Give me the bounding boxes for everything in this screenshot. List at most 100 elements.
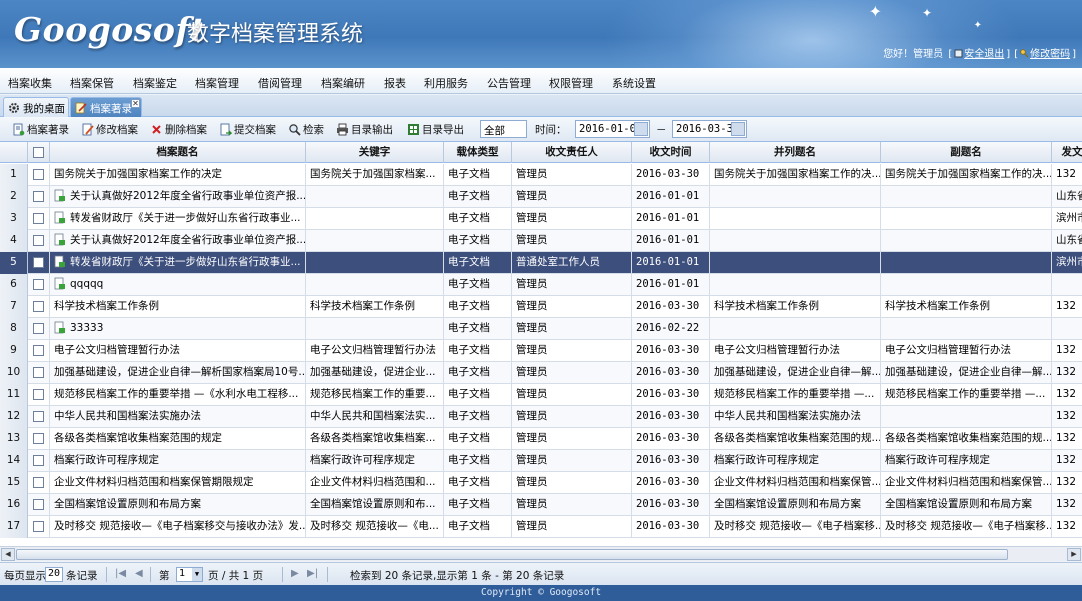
table-row[interactable]: 3 转发省财政厅《关于进一步做好山东省行政事业... 电子文档 管理员 2016-01-… <box>0 208 1082 230</box>
menu-item-settings[interactable]: 系统设置 <box>612 75 656 91</box>
row-checkbox[interactable] <box>33 213 44 224</box>
menu-item-collect[interactable]: 档案收集 <box>8 75 52 91</box>
row-checkbox[interactable] <box>33 257 44 268</box>
next-page-icon[interactable]: ▶ <box>291 568 299 579</box>
calendar-icon[interactable] <box>634 122 648 136</box>
chevron-down-icon[interactable]: ▼ <box>192 568 202 581</box>
first-page-icon[interactable]: |◀ <box>115 568 126 579</box>
table-row[interactable]: 17 及时移交 规范接收—《电子档案移交与接收办法》发... 及时移交 规范接收—《… <box>0 516 1082 538</box>
last-page-icon[interactable]: ▶| <box>307 568 318 579</box>
row-checkbox[interactable] <box>33 301 44 312</box>
menu-item-services[interactable]: 利用服务 <box>424 75 468 91</box>
row-checkbox[interactable] <box>33 235 44 246</box>
table-row[interactable]: 12 中华人民共和国档案法实施办法 中华人民共和国档案法实... 电子文档 管理员 201… <box>0 406 1082 428</box>
per-page-input[interactable]: 20 <box>45 567 63 582</box>
row-checkbox[interactable] <box>33 477 44 488</box>
header-keyword[interactable]: 关键字 <box>306 142 444 163</box>
cell-keyword: 国务院关于加强国家档案... <box>306 164 444 186</box>
table-row[interactable]: 13 各级各类档案馆收集档案范围的规定 各级各类档案馆收集档案... 电子文档 管理员 2… <box>0 428 1082 450</box>
row-checkbox[interactable] <box>33 367 44 378</box>
header-subtitle[interactable]: 副题名 <box>881 142 1052 163</box>
row-checkbox[interactable] <box>33 279 44 290</box>
cell-owner: 管理员 <box>512 340 632 362</box>
date-to-field[interactable]: 2016-03-30 <box>672 120 747 138</box>
header-issuer[interactable]: 发文 <box>1052 142 1082 163</box>
delete-button[interactable]: 删除档案 <box>150 122 207 137</box>
menu-item-manage[interactable]: 档案管理 <box>195 75 239 91</box>
cell-owner: 管理员 <box>512 472 632 494</box>
table-row[interactable]: 4 关于认真做好2012年度全省行政事业单位资产报... 电子文档 管理员 2016-0… <box>0 230 1082 252</box>
header-banner: ✦ ✦ ✦ Googosoft 数字档案管理系统 您好！管理员 [安全退出][修… <box>0 0 1082 68</box>
page-select[interactable]: 1 ▼ <box>176 567 203 582</box>
horizontal-scrollbar[interactable]: ◀ ▶ <box>0 546 1082 561</box>
menu-item-appraisal[interactable]: 档案鉴定 <box>133 75 177 91</box>
cell-select <box>28 164 50 186</box>
menu-item-notices[interactable]: 公告管理 <box>487 75 531 91</box>
row-checkbox[interactable] <box>33 345 44 356</box>
row-checkbox[interactable] <box>33 411 44 422</box>
date-from-field[interactable]: 2016-01-01 <box>575 120 650 138</box>
menu-item-compile[interactable]: 档案编研 <box>321 75 365 91</box>
scroll-right-icon[interactable]: ▶ <box>1067 548 1081 561</box>
cell-issuer: 132 <box>1052 516 1082 538</box>
scrollbar-thumb[interactable] <box>16 549 1008 560</box>
header-title[interactable]: 档案题名 <box>50 142 306 163</box>
row-checkbox[interactable] <box>33 389 44 400</box>
modify-button[interactable]: 修改档案 <box>81 122 138 137</box>
document-attachment-icon <box>54 189 65 202</box>
table-row[interactable]: 2 关于认真做好2012年度全省行政事业单位资产报... 电子文档 管理员 2016-0… <box>0 186 1082 208</box>
menu-item-permissions[interactable]: 权限管理 <box>549 75 593 91</box>
menu-item-borrow[interactable]: 借阅管理 <box>258 75 302 91</box>
status-filter-select[interactable]: 全部 <box>480 120 527 138</box>
record-button[interactable]: 档案著录 <box>12 122 69 137</box>
cell-parallel-title-text: 各级各类档案馆收集档案范围的规... <box>714 432 881 444</box>
row-checkbox[interactable] <box>33 191 44 202</box>
scroll-left-icon[interactable]: ◀ <box>1 548 15 561</box>
calendar-icon[interactable] <box>731 122 745 136</box>
cell-issuer: 山东省 <box>1052 230 1082 252</box>
row-checkbox[interactable] <box>33 455 44 466</box>
header-carrier[interactable]: 载体类型 <box>444 142 512 163</box>
row-checkbox[interactable] <box>33 499 44 510</box>
catalog-export-button[interactable]: 目录导出 <box>407 122 464 137</box>
cell-parallel-title: 科学技术档案工作条例 <box>710 296 881 318</box>
cell-carrier: 电子文档 <box>444 252 512 274</box>
cell-issuer: 132 <box>1052 472 1082 494</box>
tab-archive-record[interactable]: 档案著录 ✕ <box>70 97 142 117</box>
tab-desktop[interactable]: 我的桌面 <box>3 97 69 117</box>
row-checkbox[interactable] <box>33 433 44 444</box>
row-checkbox[interactable] <box>33 323 44 334</box>
cell-title-text: 加强基础建设，促进企业自律—解析国家档案局10号... <box>54 366 306 378</box>
table-row[interactable]: 9 电子公文归档管理暂行办法 电子公文归档管理暂行办法 电子文档 管理员 2016-03-… <box>0 340 1082 362</box>
catalog-output-button[interactable]: 目录输出 <box>336 122 393 137</box>
search-button[interactable]: 检索 <box>288 122 324 137</box>
cell-carrier: 电子文档 <box>444 230 512 252</box>
sparkle-icon: ✦ <box>973 20 982 31</box>
table-row[interactable]: 1 国务院关于加强国家档案工作的决定 国务院关于加强国家档案... 电子文档 管理员 20… <box>0 164 1082 186</box>
change-password-link[interactable]: 修改密码 <box>1030 49 1070 60</box>
table-row[interactable]: 7 科学技术档案工作条例 科学技术档案工作条例 电子文档 管理员 2016-03-30 科学… <box>0 296 1082 318</box>
header-owner[interactable]: 收文责任人 <box>512 142 632 163</box>
table-row[interactable]: 11 规范移民档案工作的重要举措 —《水利水电工程移... 规范移民档案工作的重要.… <box>0 384 1082 406</box>
prev-page-icon[interactable]: ◀ <box>135 568 143 579</box>
menu-item-reports[interactable]: 报表 <box>384 75 406 91</box>
header-parallel-title[interactable]: 并列题名 <box>710 142 881 163</box>
submit-button[interactable]: 提交档案 <box>219 122 276 137</box>
table-row[interactable]: 6 qqqqq 电子文档 管理员 2016-01-01 <box>0 274 1082 296</box>
row-checkbox[interactable] <box>33 169 44 180</box>
header-time[interactable]: 收文时间 <box>632 142 710 163</box>
cell-keyword-text: 科学技术档案工作条例 <box>310 300 415 312</box>
cell-title-text: 规范移民档案工作的重要举措 —《水利水电工程移... <box>54 388 299 400</box>
menu-item-storage[interactable]: 档案保管 <box>70 75 114 91</box>
table-row[interactable]: 16 全国档案馆设置原则和布局方案 全国档案馆设置原则和布... 电子文档 管理员 201… <box>0 494 1082 516</box>
user-bar: 您好！管理员 [安全退出][修改密码] <box>883 49 1076 60</box>
select-all-checkbox[interactable] <box>33 147 44 158</box>
close-tab-icon[interactable]: ✕ <box>131 99 140 108</box>
row-checkbox[interactable] <box>33 521 44 532</box>
logout-link[interactable]: 安全退出 <box>964 49 1004 60</box>
table-row[interactable]: 8 33333 电子文档 管理员 2016-02-22 <box>0 318 1082 340</box>
table-row[interactable]: 14 档案行政许可程序规定 档案行政许可程序规定 电子文档 管理员 2016-03-30 档… <box>0 450 1082 472</box>
table-row[interactable]: 15 企业文件材料归档范围和档案保管期限规定 企业文件材料归档范围和... 电子文档 管… <box>0 472 1082 494</box>
table-row[interactable]: 5 转发省财政厅《关于进一步做好山东省行政事业... 电子文档 普通处室工作人员 201… <box>0 252 1082 274</box>
table-row[interactable]: 10 加强基础建设，促进企业自律—解析国家档案局10号... 加强基础建设，促进企业… <box>0 362 1082 384</box>
